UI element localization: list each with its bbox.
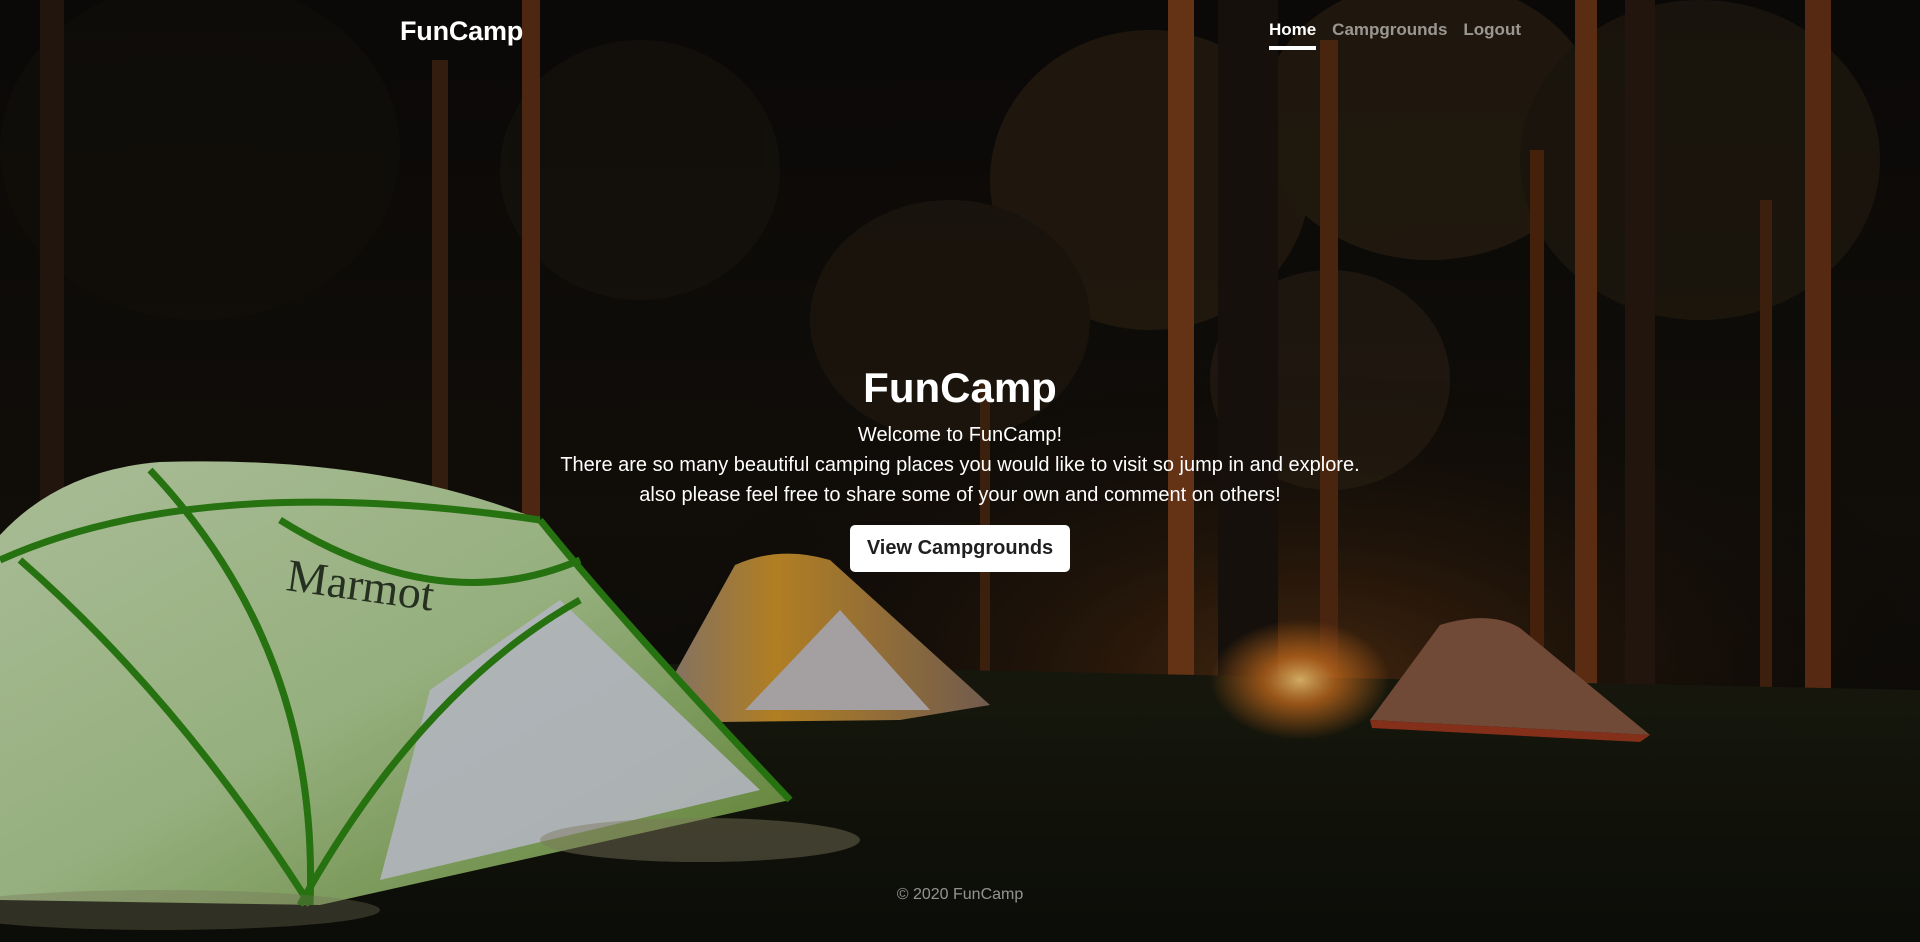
brand-logo-link[interactable]: FunCamp xyxy=(400,16,523,47)
nav-link-campgrounds[interactable]: Campgrounds xyxy=(1332,20,1447,50)
hero-title: FunCamp xyxy=(863,364,1057,411)
view-campgrounds-button[interactable]: View Campgrounds xyxy=(849,525,1071,572)
hero-section: FunCamp Welcome to FunCamp! There are so… xyxy=(0,362,1920,572)
hero-description-line-1: There are so many beautiful camping plac… xyxy=(560,454,1360,476)
nav-link-logout[interactable]: Logout xyxy=(1463,20,1521,50)
landing-page: Marmot FunCamp Home Campgrounds Logout F… xyxy=(0,0,1920,942)
top-navbar: FunCamp Home Campgrounds Logout xyxy=(0,0,1920,62)
page-footer: © 2020 FunCamp xyxy=(0,886,1920,904)
nav-link-home[interactable]: Home xyxy=(1268,20,1317,50)
hero-description-line-2: also please feel free to share some of y… xyxy=(639,484,1281,506)
footer-copyright: © 2020 FunCamp xyxy=(896,886,1024,903)
main-nav: Home Campgrounds Logout xyxy=(1268,20,1521,50)
hero-welcome-text: Welcome to FunCamp! xyxy=(857,424,1063,446)
